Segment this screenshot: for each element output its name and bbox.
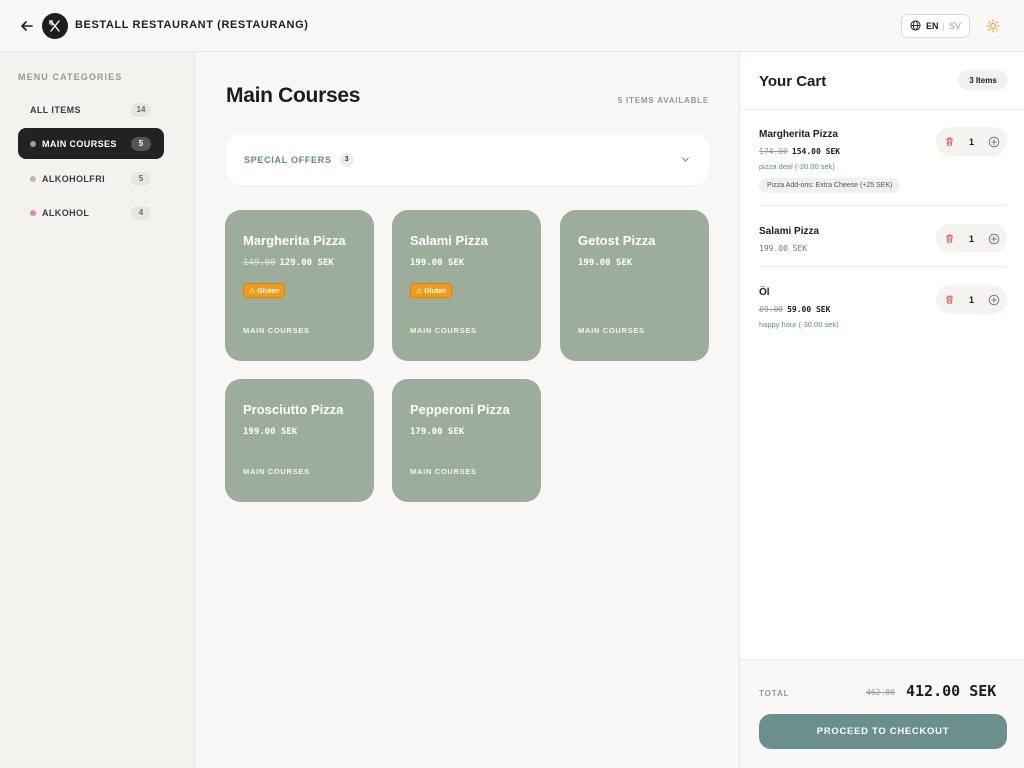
category-count: 14: [131, 102, 151, 117]
page-title: Main Courses: [226, 84, 361, 107]
menu-item-price: 199.00 SEK: [578, 258, 633, 268]
cart-item-deal: happy hour (-30.00 sek): [759, 320, 839, 329]
quantity-value: 1: [968, 233, 974, 244]
menu-item-name: Salami Pizza: [410, 233, 489, 248]
quantity-stepper: 1: [936, 224, 1007, 253]
menu-item-card[interactable]: Prosciutto Pizza 199.00 SEK MAIN COURSES: [225, 379, 374, 502]
menu-item-category: MAIN COURSES: [243, 326, 310, 335]
quantity-stepper: 1: [936, 285, 1007, 314]
divider: [759, 266, 1007, 267]
app-header: BESTALL RESTAURANT (RESTAURANG) EN | SV: [0, 0, 1024, 52]
quantity-value: 1: [968, 136, 974, 147]
menu-item-price: 199.00 SEK: [410, 258, 465, 268]
app-title: BESTALL RESTAURANT (RESTAURANG): [75, 19, 309, 31]
sidebar-item-alkoholfri[interactable]: ALKOHOLFRI 5: [18, 163, 164, 194]
category-dot: [30, 175, 36, 182]
utensils-icon: [42, 13, 68, 39]
divider: [740, 109, 1024, 110]
menu-item-category: MAIN COURSES: [410, 467, 477, 476]
menu-item-name: Getost Pizza: [578, 233, 656, 248]
special-offers-count: 3: [339, 152, 354, 167]
cart-title: Your Cart: [759, 73, 827, 90]
cart-item-name: Öl: [759, 287, 770, 298]
menu-item-price: 179.00 SEK: [410, 427, 465, 437]
cart-item-price: 89.00 59.00 SEK: [759, 305, 830, 314]
cart-item-name: Margherita Pizza: [759, 129, 838, 140]
cart-item-addon: Pizza Add-ons: Extra Cheese (+25 SEK): [759, 178, 901, 193]
category-sidebar: MENU CATEGORIES ALL ITEMS 14 MAIN COURSE…: [0, 52, 195, 768]
cart-panel: Your Cart 3 Items Margherita Pizza 174.0…: [739, 52, 1024, 768]
category-label: ALL ITEMS: [30, 104, 81, 115]
sidebar-item-all-items[interactable]: ALL ITEMS 14: [18, 94, 164, 125]
category-dot: [30, 209, 36, 216]
menu-item-category: MAIN COURSES: [578, 326, 645, 335]
divider: [759, 205, 1007, 206]
special-offers-accordion[interactable]: SPECIAL OFFERS 3: [226, 134, 709, 185]
cart-item-name: Salami Pizza: [759, 226, 820, 237]
category-label: MAIN COURSES: [42, 138, 117, 149]
menu-item-price: 199.00 SEK: [243, 427, 298, 437]
language-separator: |: [942, 21, 945, 31]
menu-item-old-price: 149.00: [243, 258, 276, 268]
globe-icon: [910, 19, 921, 33]
cart-item-current-price: 154.00 SEK: [791, 147, 841, 156]
language-en[interactable]: EN: [926, 21, 939, 31]
menu-item-name: Pepperoni Pizza: [410, 402, 510, 417]
language-sv[interactable]: SV: [949, 21, 961, 31]
cart-item-old-price: 174.00: [759, 147, 788, 156]
trash-icon[interactable]: [942, 135, 956, 149]
sidebar-item-main-courses[interactable]: MAIN COURSES 5: [18, 128, 164, 159]
total-old-price: 462.00: [866, 688, 895, 697]
category-count: 4: [131, 205, 151, 220]
plus-circle-icon[interactable]: [987, 232, 1001, 246]
quantity-value: 1: [968, 294, 974, 305]
quantity-stepper: 1: [936, 127, 1007, 156]
category-count: 5: [131, 171, 151, 186]
category-count: 5: [131, 136, 151, 151]
trash-icon[interactable]: [942, 232, 956, 246]
total-label: TOTAL: [759, 689, 790, 698]
menu-item-price: 149.00 129.00 SEK: [243, 258, 334, 268]
category-dot: [30, 140, 36, 147]
items-available-count: 5 ITEMS AVAILABLE: [617, 96, 709, 105]
cart-item-count: 3 Items: [958, 70, 1008, 90]
checkout-button[interactable]: PROCEED TO CHECKOUT: [759, 714, 1007, 749]
back-arrow-icon[interactable]: [18, 17, 36, 35]
cart-item-price: 174.00 154.00 SEK: [759, 147, 840, 156]
category-label: ALKOHOL: [42, 207, 90, 218]
plus-circle-icon[interactable]: [987, 135, 1001, 149]
menu-item-card[interactable]: Pepperoni Pizza 179.00 SEK MAIN COURSES: [392, 379, 541, 502]
menu-item-category: MAIN COURSES: [410, 326, 477, 335]
chevron-down-icon: [680, 152, 691, 170]
cart-item-old-price: 89.00: [759, 305, 784, 314]
trash-icon[interactable]: [942, 293, 956, 307]
total-price: 412.00 SEK: [906, 682, 997, 700]
category-label: ALKOHOLFRI: [42, 173, 105, 184]
menu-item-card[interactable]: Margherita Pizza 149.00 129.00 SEK ⚠ Glut…: [225, 210, 374, 361]
cart-footer: TOTAL 462.00 412.00 SEK PROCEED TO CHECK…: [740, 659, 1024, 768]
language-toggle[interactable]: EN | SV: [901, 14, 970, 38]
menu-item-current-price: 129.00 SEK: [279, 258, 334, 268]
special-offers-label: SPECIAL OFFERS: [244, 154, 332, 165]
menu-item-category: MAIN COURSES: [243, 467, 310, 476]
menu-item-card[interactable]: Salami Pizza 199.00 SEK ⚠ Gluten MAIN CO…: [392, 210, 541, 361]
plus-circle-icon[interactable]: [987, 293, 1001, 307]
cart-item-price: 199.00 SEK: [759, 244, 808, 253]
cart-item-current-price: 59.00 SEK: [787, 305, 831, 314]
sidebar-item-alkohol[interactable]: ALKOHOL 4: [18, 197, 164, 228]
menu-item-name: Margherita Pizza: [243, 233, 346, 248]
cart-item-deal: pizza deal (-20.00 sek): [759, 162, 835, 171]
menu-item-name: Prosciutto Pizza: [243, 402, 344, 417]
sidebar-title: MENU CATEGORIES: [18, 72, 123, 82]
sun-icon[interactable]: [982, 15, 1004, 37]
allergen-badge: ⚠ Gluten: [243, 283, 286, 298]
menu-item-card[interactable]: Getost Pizza 199.00 SEK MAIN COURSES: [560, 210, 709, 361]
allergen-badge: ⚠ Gluten: [410, 283, 453, 298]
